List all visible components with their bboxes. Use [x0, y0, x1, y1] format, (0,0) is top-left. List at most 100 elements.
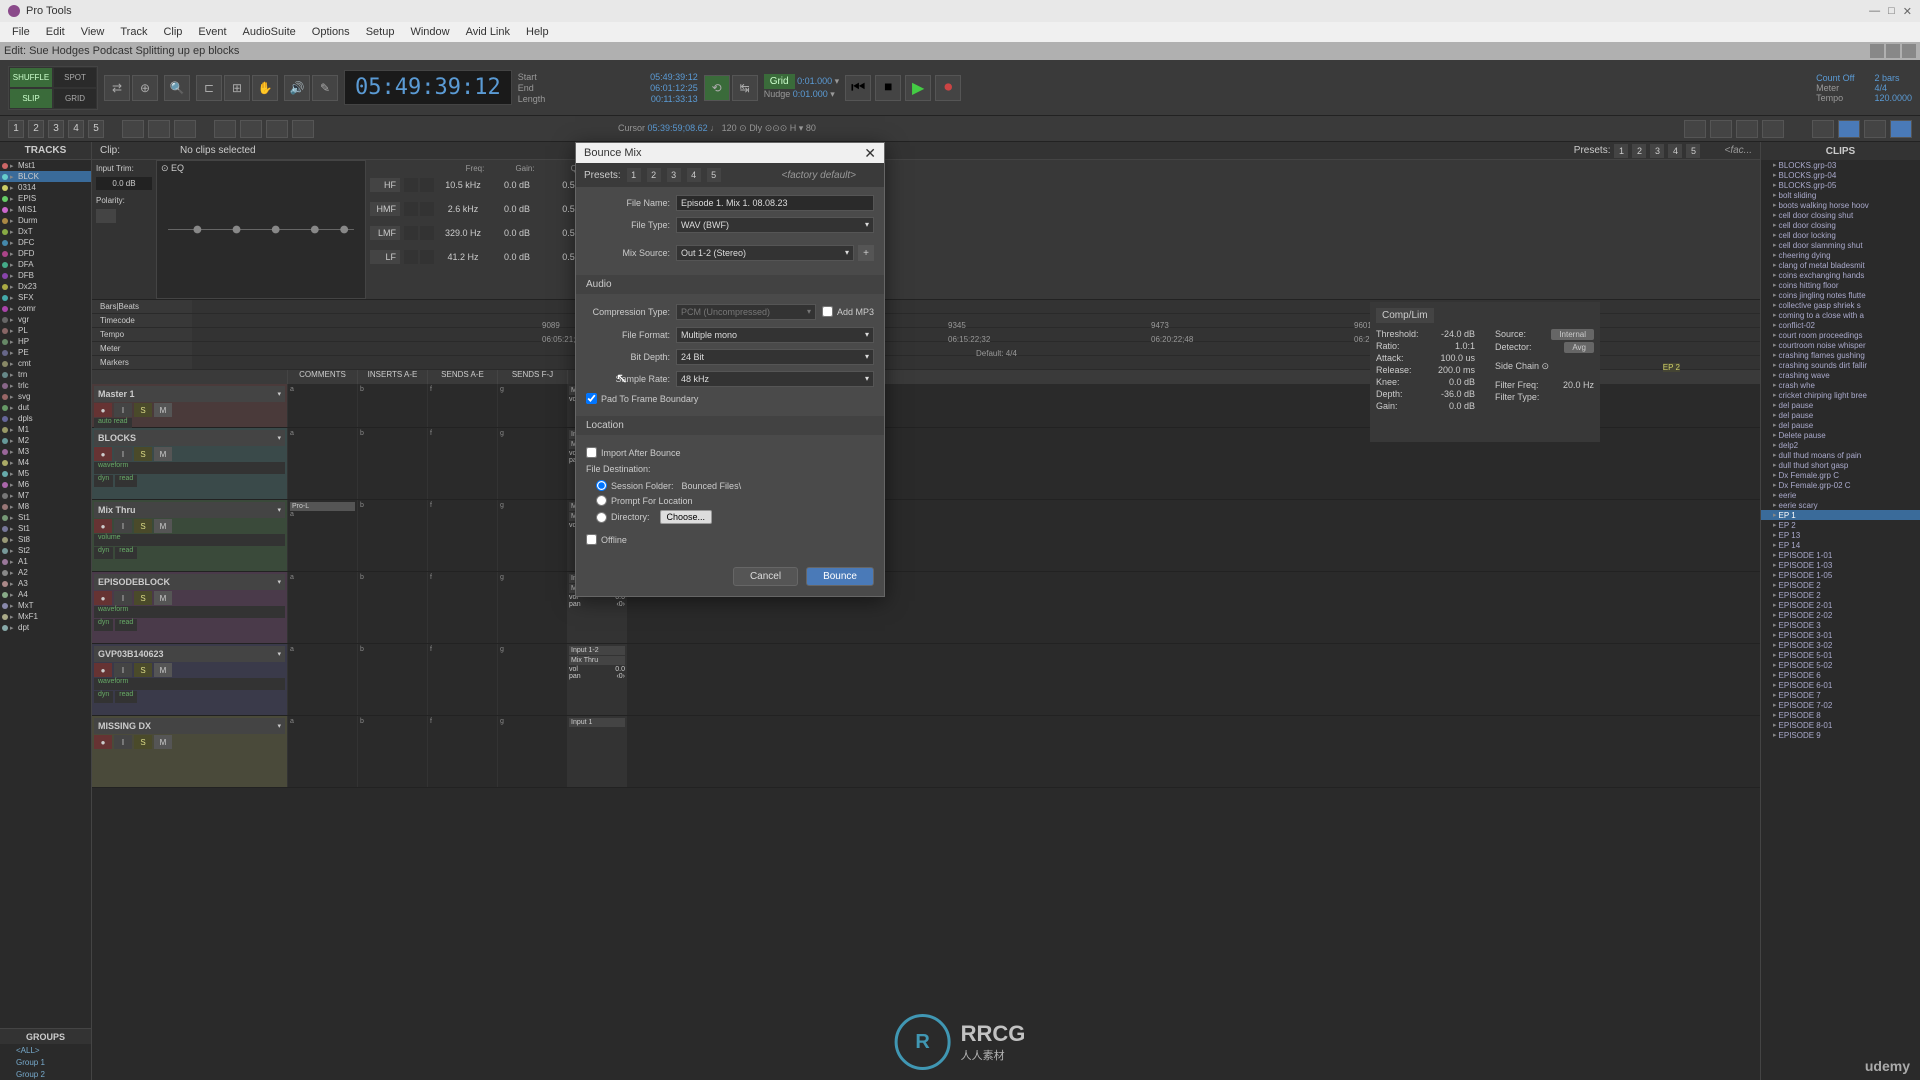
record-arm-button[interactable]: ●: [94, 735, 112, 749]
samplerate-select[interactable]: 48 kHz: [676, 371, 874, 387]
menu-setup[interactable]: Setup: [358, 26, 403, 38]
input-button[interactable]: I: [114, 447, 132, 461]
preset-2[interactable]: 2: [1632, 144, 1646, 158]
solo-button[interactable]: S: [134, 403, 152, 417]
record-arm-button[interactable]: ●: [94, 403, 112, 417]
track-list-item[interactable]: ▸trn: [0, 369, 91, 380]
tool-e-icon[interactable]: [240, 120, 262, 138]
clip-list-item[interactable]: ▸EPISODE 8: [1761, 710, 1920, 720]
editwin-close-icon[interactable]: [1902, 44, 1916, 58]
clip-list-item[interactable]: ▸coming to a close with a: [1761, 310, 1920, 320]
edit-mode-selector[interactable]: SHUFFLE SPOT SLIP GRID: [8, 66, 98, 110]
preset-5[interactable]: 5: [1686, 144, 1700, 158]
clip-list-item[interactable]: ▸crash whe: [1761, 380, 1920, 390]
track-list-item[interactable]: ▸St1: [0, 512, 91, 523]
clip-list-item[interactable]: ▸cell door locking: [1761, 230, 1920, 240]
selector-tool-icon[interactable]: ⊞: [224, 75, 250, 101]
record-arm-button[interactable]: ●: [94, 447, 112, 461]
menu-clip[interactable]: Clip: [155, 26, 190, 38]
track-list-item[interactable]: ▸St2: [0, 545, 91, 556]
track-list-item[interactable]: ▸Durm: [0, 215, 91, 226]
clip-list-item[interactable]: ▸del pause: [1761, 420, 1920, 430]
tool-g-icon[interactable]: [292, 120, 314, 138]
ruler-timecode[interactable]: Timecode: [92, 314, 192, 327]
input-trim-value[interactable]: 0.0 dB: [96, 177, 152, 190]
clip-list-item[interactable]: ▸cell door closing: [1761, 220, 1920, 230]
bounce-preset-5[interactable]: 5: [707, 168, 721, 182]
clip-list-item[interactable]: ▸cheering dying: [1761, 250, 1920, 260]
ruler-tempo[interactable]: Tempo: [92, 328, 192, 341]
track-list-item[interactable]: ▸MIS1: [0, 204, 91, 215]
clip-list-item[interactable]: ▸del pause: [1761, 400, 1920, 410]
group-2[interactable]: Group 2: [0, 1068, 91, 1080]
solo-button[interactable]: S: [134, 663, 152, 677]
clip-list-item[interactable]: ▸boots walking horse hoov: [1761, 200, 1920, 210]
zoom-preset-4[interactable]: 4: [68, 120, 84, 138]
preset-4[interactable]: 4: [1668, 144, 1682, 158]
pad-boundary-checkbox[interactable]: [586, 393, 597, 404]
track-list-item[interactable]: ▸svg: [0, 391, 91, 402]
track-list-item[interactable]: ▸M4: [0, 457, 91, 468]
tool-b-icon[interactable]: [148, 120, 170, 138]
track-list-item[interactable]: ▸vgr: [0, 314, 91, 325]
mute-button[interactable]: M: [154, 447, 172, 461]
input-button[interactable]: I: [114, 591, 132, 605]
track-list-item[interactable]: ▸EPIS: [0, 193, 91, 204]
clip-list-item[interactable]: ▸BLOCKS.grp-05: [1761, 180, 1920, 190]
solo-button[interactable]: S: [134, 735, 152, 749]
clip-list-item[interactable]: ▸EPISODE 6: [1761, 670, 1920, 680]
cancel-button[interactable]: Cancel: [733, 567, 798, 586]
prompt-location-radio[interactable]: [596, 495, 607, 506]
clip-list-item[interactable]: ▸bolt sliding: [1761, 190, 1920, 200]
clip-list-item[interactable]: ▸dull thud short gasp: [1761, 460, 1920, 470]
clip-list-item[interactable]: ▸Dx Female.grp-02 C: [1761, 480, 1920, 490]
clip-list-item[interactable]: ▸dull thud moans of pain: [1761, 450, 1920, 460]
dialog-title-bar[interactable]: Bounce Mix ✕: [576, 143, 884, 163]
tool-a-icon[interactable]: [122, 120, 144, 138]
preset-3[interactable]: 3: [1650, 144, 1664, 158]
transport-back-icon[interactable]: [1710, 120, 1732, 138]
editwin-max-icon[interactable]: [1886, 44, 1900, 58]
clip-list-item[interactable]: ▸coins jingling notes flutte: [1761, 290, 1920, 300]
solo-button[interactable]: S: [134, 519, 152, 533]
clip-list-item[interactable]: ▸crashing sounds dirt fallir: [1761, 360, 1920, 370]
clip-list-item[interactable]: ▸EP 1: [1761, 510, 1920, 520]
track-list-item[interactable]: ▸dut: [0, 402, 91, 413]
track-list-item[interactable]: ▸M1: [0, 424, 91, 435]
zoom-preset-1[interactable]: 1: [8, 120, 24, 138]
track-list-item[interactable]: ▸A1: [0, 556, 91, 567]
input-button[interactable]: I: [114, 519, 132, 533]
midi-c-icon[interactable]: [1864, 120, 1886, 138]
transport-start-icon[interactable]: [1684, 120, 1706, 138]
track-list-item[interactable]: ▸M8: [0, 501, 91, 512]
clip-list-item[interactable]: ▸EPISODE 3: [1761, 620, 1920, 630]
track-list-item[interactable]: ▸M7: [0, 490, 91, 501]
clip-list-item[interactable]: ▸crashing flames gushing: [1761, 350, 1920, 360]
maximize-icon[interactable]: □: [1888, 5, 1895, 18]
session-folder-path[interactable]: Bounced Files\: [682, 481, 874, 491]
group-all[interactable]: <ALL>: [0, 1044, 91, 1056]
track-row[interactable]: EPISODEBLOCK▾ ●ISM waveformdynread a b f…: [92, 572, 1760, 644]
bounce-preset-1[interactable]: 1: [627, 168, 641, 182]
track-list-item[interactable]: ▸Dx23: [0, 281, 91, 292]
transport-end-icon[interactable]: [1762, 120, 1784, 138]
clip-list-item[interactable]: ▸EPISODE 2: [1761, 590, 1920, 600]
clip-list-item[interactable]: ▸EPISODE 5-02: [1761, 660, 1920, 670]
clip-list-item[interactable]: ▸EPISODE 1-01: [1761, 550, 1920, 560]
record-arm-button[interactable]: ●: [94, 663, 112, 677]
midi-a-icon[interactable]: [1812, 120, 1834, 138]
clip-list-item[interactable]: ▸BLOCKS.grp-03: [1761, 160, 1920, 170]
mute-button[interactable]: M: [154, 735, 172, 749]
tool-d-icon[interactable]: [214, 120, 236, 138]
marker-ep2[interactable]: EP 2: [1663, 363, 1680, 372]
main-counter[interactable]: 05:49:39:12: [344, 70, 512, 105]
trim-tool-icon[interactable]: ⊏: [196, 75, 222, 101]
clip-list-item[interactable]: ▸coins hitting floor: [1761, 280, 1920, 290]
track-row[interactable]: MISSING DX▾ ●ISM a b f g Input 1: [92, 716, 1760, 788]
compression-select[interactable]: PCM (Uncompressed): [676, 304, 816, 320]
track-list-item[interactable]: ▸DFB: [0, 270, 91, 281]
mode-slip[interactable]: SLIP: [9, 88, 53, 109]
track-list-item[interactable]: ▸M5: [0, 468, 91, 479]
clip-list-item[interactable]: ▸EPISODE 2-01: [1761, 600, 1920, 610]
track-list-item[interactable]: ▸M6: [0, 479, 91, 490]
